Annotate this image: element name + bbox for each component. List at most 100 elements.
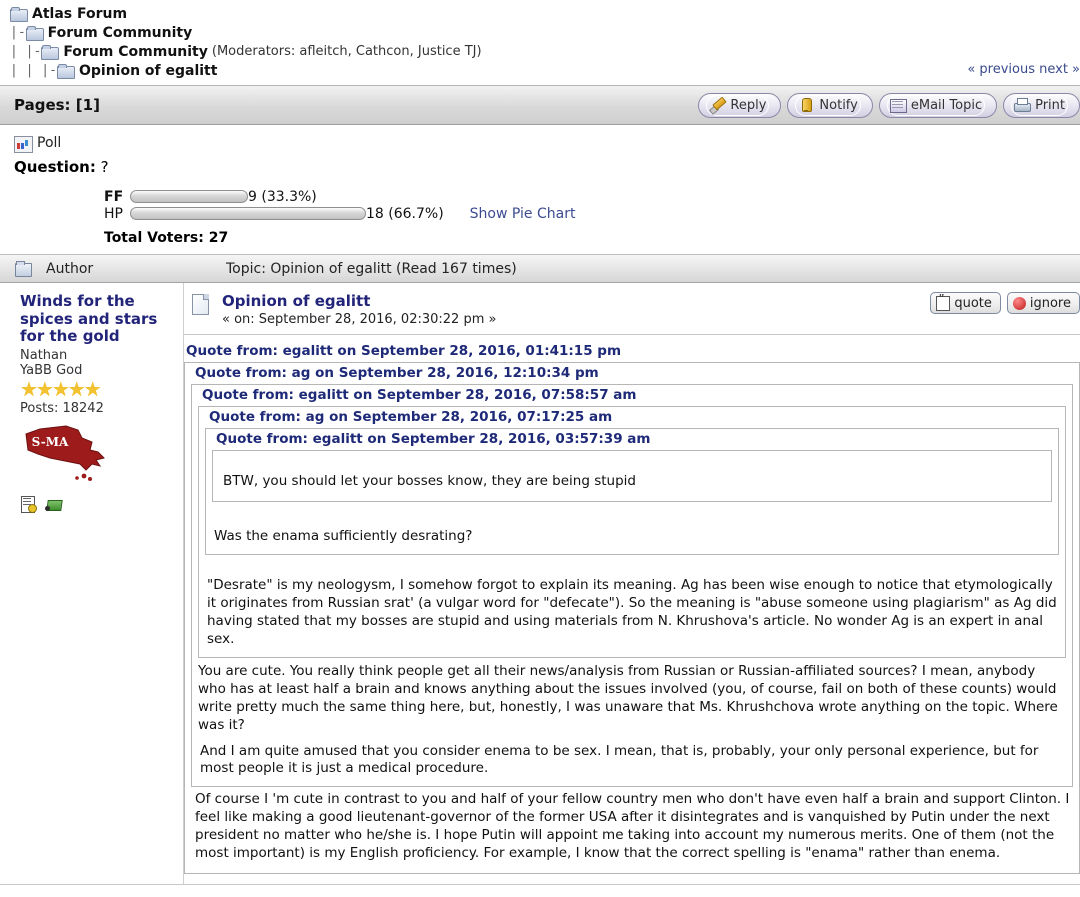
breadcrumb-label[interactable]: Atlas Forum	[32, 6, 127, 22]
prev-next-nav[interactable]: « previous next »	[967, 62, 1080, 77]
breadcrumb-label[interactable]: Forum Community	[48, 25, 193, 41]
quote-box-level-4: Quote from: egalitt on September 28, 201…	[205, 428, 1059, 555]
quote-button[interactable]: quote	[930, 292, 1001, 314]
show-pie-chart-link[interactable]: Show Pie Chart	[470, 206, 576, 222]
ignore-button[interactable]: ignore	[1007, 292, 1080, 314]
quote-icon	[936, 296, 950, 310]
email-topic-button-inner: eMail Topic	[887, 95, 985, 116]
folder-icon	[57, 64, 74, 77]
breadcrumb: Atlas Forum |- Forum Community | |- Foru…	[0, 0, 1080, 80]
topic-icon-cell	[0, 261, 46, 276]
email-topic-button-label: eMail Topic	[911, 98, 982, 113]
poll-section: Poll Question: ? FF 9 (33.3%) HP 18 (66.…	[0, 125, 1080, 254]
print-button-inner: Print	[1011, 95, 1068, 116]
pages-label[interactable]: Pages: [1]	[14, 96, 100, 114]
notify-button[interactable]: Notify	[787, 93, 872, 118]
print-button-label: Print	[1035, 98, 1065, 113]
breadcrumb-level-1[interactable]: Atlas Forum	[10, 4, 1080, 23]
ignore-icon	[1013, 297, 1026, 310]
breadcrumb-level-4[interactable]: | | |- Opinion of egalitt	[10, 61, 1080, 80]
post-action-buttons: quote ignore	[930, 292, 1080, 314]
poll-heading-label: Poll	[37, 135, 61, 151]
avatar: S-MA	[20, 424, 110, 486]
quote-box-level-1: Quote from: ag on September 28, 2016, 12…	[184, 362, 1080, 874]
poll-question-value: ?	[101, 158, 109, 176]
post-header: Opinion of egalitt « on: September 28, 2…	[184, 292, 1080, 327]
topic-action-buttons: Reply Notify eMail Topic Print	[698, 93, 1080, 118]
poll-total-voters: Total Voters: 27	[104, 230, 1080, 246]
reply-button-label: Reply	[730, 98, 766, 113]
author-post-count: Posts: 18242	[20, 401, 177, 416]
ignore-button-label: ignore	[1030, 296, 1071, 311]
post: Winds for the spices and stars for the g…	[0, 283, 1080, 885]
quote-header-level-3[interactable]: Quote from: egalitt on September 28, 201…	[198, 385, 1066, 406]
quote-text-level-2-para-1: You are cute. You really think people ge…	[198, 658, 1066, 739]
author-column-header: Author	[46, 261, 226, 277]
send-email-icon[interactable]	[45, 496, 62, 513]
folder-icon	[26, 26, 43, 39]
quote-text-level-1: Of course I 'm cute in contrast to you a…	[191, 787, 1073, 869]
poll-option-bar	[130, 190, 248, 203]
poll-option-row: HP 18 (66.7%) Show Pie Chart	[104, 205, 1080, 222]
quote-box-level-3: Quote from: ag on September 28, 2016, 07…	[198, 406, 1066, 658]
notify-button-inner: Notify	[795, 95, 860, 116]
quote-text-level-2-para-2: And I am quite amused that you consider …	[198, 739, 1066, 783]
poll-results: FF 9 (33.3%) HP 18 (66.7%) Show Pie Char…	[104, 188, 1080, 222]
author-username[interactable]: Winds for the spices and stars for the g…	[20, 293, 177, 346]
post-author-panel: Winds for the spices and stars for the g…	[0, 283, 184, 884]
printer-icon	[1014, 98, 1030, 113]
post-content: Opinion of egalitt « on: September 28, 2…	[184, 283, 1080, 884]
quote-header-level-2[interactable]: Quote from: ag on September 28, 2016, 12…	[191, 363, 1073, 384]
poll-option-name: HP	[104, 206, 130, 222]
quote-box-level-2: Quote from: egalitt on September 28, 201…	[191, 384, 1073, 787]
document-icon	[15, 261, 31, 276]
post-subject[interactable]: Opinion of egalitt	[222, 292, 496, 310]
reply-button-inner: Reply	[706, 95, 769, 116]
poll-option-name: FF	[104, 189, 130, 205]
folder-icon	[41, 45, 58, 58]
post-body: Quote from: egalitt on September 28, 201…	[184, 335, 1080, 884]
envelope-icon	[890, 98, 906, 113]
poll-option-result: 18 (66.7%)	[366, 206, 444, 222]
folder-icon	[10, 7, 27, 20]
tree-connector: | |-	[10, 44, 41, 59]
email-topic-button[interactable]: eMail Topic	[879, 93, 997, 118]
reply-button[interactable]: Reply	[698, 93, 781, 118]
pages-toolbar: Pages: [1] Reply Notify eMail Topic	[0, 85, 1080, 125]
post-date: « on: September 28, 2016, 02:30:22 pm »	[222, 312, 496, 327]
author-realname: Nathan	[20, 348, 177, 363]
poll-option-bar	[130, 207, 366, 220]
topic-column-header: Topic: Opinion of egalitt (Read 167 time…	[226, 261, 517, 277]
quote-header-level-1[interactable]: Quote from: egalitt on September 28, 201…	[184, 341, 1080, 362]
poll-heading: Poll	[14, 135, 1080, 151]
breadcrumb-moderators[interactable]: (Moderators: afleitch, Cathcon, Justice …	[212, 44, 482, 59]
view-profile-icon[interactable]	[20, 496, 37, 513]
quote-box-level-5: BTW, you should let your bosses know, th…	[212, 450, 1052, 502]
bar-chart-icon	[14, 136, 31, 151]
author-star-rating: ★★★★★	[20, 379, 177, 399]
print-button[interactable]: Print	[1003, 93, 1080, 118]
breadcrumb-level-3[interactable]: | |- Forum Community (Moderators: afleit…	[10, 42, 1080, 61]
massachusetts-avatar-icon: S-MA	[20, 424, 110, 486]
poll-option-result: 9 (33.3%)	[248, 189, 317, 205]
post-page-icon	[192, 294, 210, 314]
quote-text-level-4: Was the enama sufficiently desrating?	[212, 524, 1052, 550]
bell-icon	[798, 98, 814, 113]
quote-text-level-5: BTW, you should let your bosses know, th…	[221, 469, 1043, 495]
quote-header-level-5[interactable]: Quote from: egalitt on September 28, 201…	[212, 429, 1052, 450]
breadcrumb-level-2[interactable]: |- Forum Community	[10, 23, 1080, 42]
tree-connector: | | |-	[10, 63, 57, 78]
poll-question-label: Question:	[14, 158, 96, 176]
breadcrumb-label[interactable]: Opinion of egalitt	[79, 63, 217, 79]
quote-button-label: quote	[954, 296, 992, 311]
author-rank: YaBB God	[20, 363, 177, 378]
quote-text-level-3: "Desrate" is my neologysm, I somehow for…	[205, 573, 1059, 653]
quote-header-level-4[interactable]: Quote from: ag on September 28, 2016, 07…	[205, 407, 1059, 428]
forum-page: Atlas Forum |- Forum Community | |- Foru…	[0, 0, 1080, 897]
tree-connector: |-	[10, 25, 26, 40]
pencil-icon	[709, 98, 725, 113]
post-title-block: Opinion of egalitt « on: September 28, 2…	[222, 292, 496, 327]
notify-button-label: Notify	[819, 98, 857, 113]
breadcrumb-label[interactable]: Forum Community	[63, 44, 208, 60]
author-action-icons	[20, 496, 177, 513]
